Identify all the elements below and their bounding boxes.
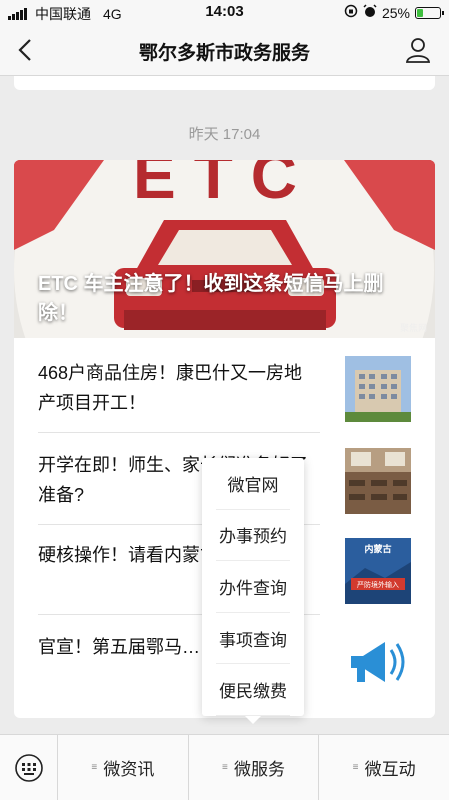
item-divider <box>38 432 320 433</box>
article-item-1[interactable]: 468户商品住房！康巴什又一房地产项目开工！ <box>38 358 320 418</box>
menu-item-appointment[interactable]: 办事预约 <box>216 510 290 562</box>
submenu-icon: ≡ <box>91 761 98 773</box>
article-thumbnail-classroom[interactable] <box>345 448 411 514</box>
submenu-icon: ≡ <box>222 761 228 773</box>
service-popup-menu: 微官网 办事预约 办件查询 事项查询 便民缴费 <box>202 458 304 724</box>
nav-bar: 鄂尔多斯市政务服务 <box>0 24 449 76</box>
menu-tab-news[interactable]: ≡ 微资讯 <box>58 735 189 800</box>
menu-item-official-site[interactable]: 微官网 <box>216 458 290 510</box>
article-thumbnail-building[interactable] <box>345 356 411 422</box>
menu-item-case-query[interactable]: 办件查询 <box>216 561 290 613</box>
keyboard-icon <box>14 753 43 782</box>
thumb-text-region: 内蒙古 <box>364 543 391 554</box>
article-thumbnail-inner-mongolia[interactable]: 内蒙古 严防境外输入 <box>345 538 411 604</box>
menu-item-bill-payment[interactable]: 便民缴费 <box>216 664 290 716</box>
status-right: 25% <box>344 4 444 21</box>
alarm-icon <box>363 4 377 21</box>
hero-article[interactable]: ETC ETC 车主注意了！收到这条短信马上删除！ 聚焦网 <box>14 160 435 338</box>
bottom-menu-bar: ≡ 微资讯 ≡ 微服务 ≡ 微互动 <box>0 734 449 800</box>
menu-tab-label: 微互动 <box>364 760 416 779</box>
previous-article-card[interactable] <box>14 76 435 90</box>
megaphone-icon[interactable] <box>345 628 411 694</box>
status-bar: 中国联通 4G 14:03 25% <box>0 0 449 24</box>
menu-tab-interaction[interactable]: ≡ 微互动 <box>319 735 449 800</box>
profile-icon[interactable] <box>405 36 431 64</box>
article-item-title: 468户商品住房！康巴什又一房地产项目开工！ <box>38 363 303 413</box>
battery-icon <box>415 6 444 19</box>
etc-banner-text: ETC <box>133 160 315 212</box>
menu-tab-services[interactable]: ≡ 微服务 <box>189 735 320 800</box>
orientation-lock-icon <box>344 4 358 21</box>
image-watermark: 聚焦网 <box>399 323 427 333</box>
menu-tab-label: 微服务 <box>234 760 285 779</box>
submenu-icon: ≡ <box>352 761 359 773</box>
menu-item-matter-query[interactable]: 事项查询 <box>216 613 290 665</box>
popup-arrow <box>245 716 261 724</box>
page-title: 鄂尔多斯市政务服务 <box>138 43 310 64</box>
battery-percent: 25% <box>381 4 410 21</box>
menu-tab-label: 微资讯 <box>103 760 155 779</box>
hero-article-title: ETC 车主注意了！收到这条短信马上删除！ <box>38 273 384 324</box>
keyboard-toggle-button[interactable] <box>0 735 58 800</box>
message-timestamp: 昨天 17:04 <box>188 126 261 143</box>
thumb-text-slogan: 严防境外输入 <box>357 580 399 589</box>
